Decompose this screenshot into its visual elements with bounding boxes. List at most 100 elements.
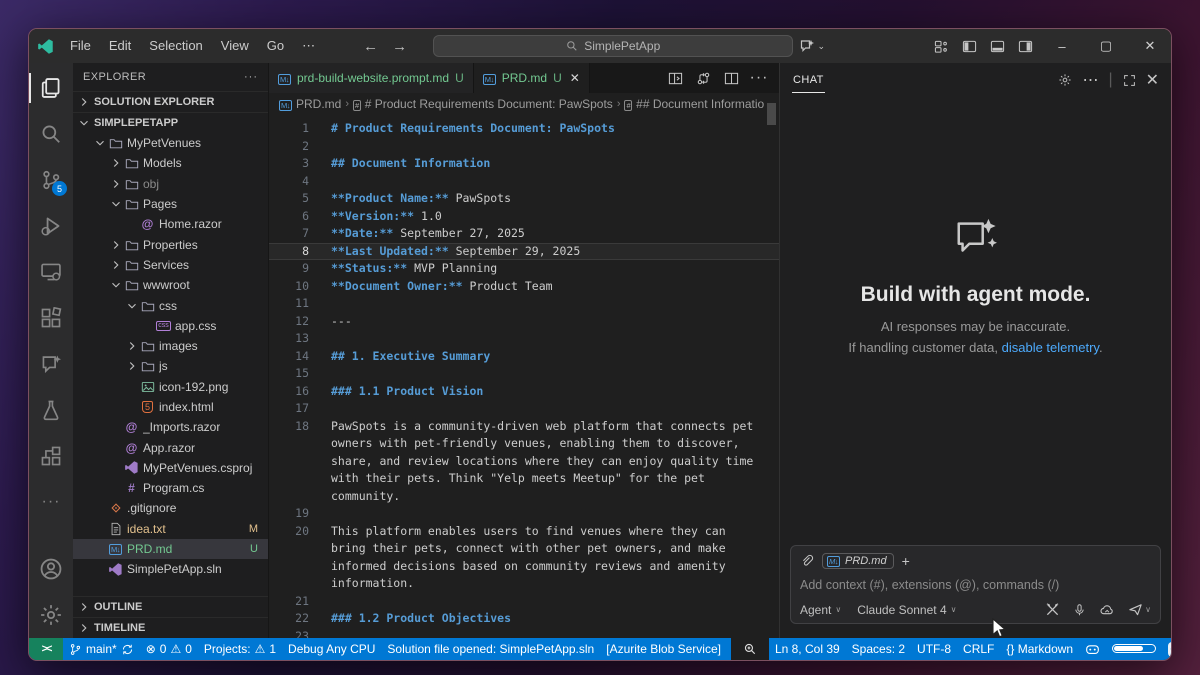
breadcrumb-item[interactable]: # ## Document Informatio [624, 97, 764, 111]
chevron-right-icon[interactable] [125, 359, 139, 373]
chevron-down-icon[interactable] [77, 116, 91, 130]
open-changes-icon[interactable] [691, 66, 715, 90]
toggle-panel-icon[interactable] [983, 33, 1011, 59]
send-icon[interactable]: ∨ [1128, 602, 1151, 617]
copilot-menu-caret[interactable]: ⌄ [817, 41, 825, 52]
nav-back-icon[interactable]: ← [363, 38, 378, 55]
menu-file[interactable]: File [62, 35, 99, 57]
code-line-16[interactable]: 16 ### 1.1 Product Vision [269, 383, 779, 401]
tree-item-app.css[interactable]: css app.css [73, 316, 268, 336]
chevron-down-icon[interactable] [125, 299, 139, 313]
activitybar-remote-explorer-icon[interactable] [29, 249, 73, 295]
open-preview-icon[interactable] [663, 66, 687, 90]
code-line-2[interactable]: 2 [269, 138, 779, 156]
toggle-secondary-sidebar-icon[interactable] [1011, 33, 1039, 59]
tree-item-mypetvenues.csproj[interactable]: MyPetVenues.csproj [73, 458, 268, 478]
tab-prd-build-website.prompt.md[interactable]: M↓ prd-build-website.prompt.md U [269, 63, 474, 93]
disable-telemetry-link[interactable]: disable telemetry [1002, 340, 1099, 355]
statusbar-azurite[interactable]: [Azurite Blob Service] [600, 638, 727, 660]
toggle-primary-sidebar-icon[interactable] [955, 33, 983, 59]
activitybar-run-debug-icon[interactable] [29, 203, 73, 249]
chevron-down-icon[interactable] [93, 136, 107, 150]
more-icon[interactable]: ··· [747, 66, 771, 90]
code-line-10[interactable]: 10 **Document Owner:** Product Team [269, 278, 779, 296]
add-context-plus-icon[interactable]: + [902, 553, 910, 569]
activitybar-copilot-edits-icon[interactable] [29, 341, 73, 387]
customize-layout-icon[interactable] [927, 33, 955, 59]
tree-item-models[interactable]: Models [73, 153, 268, 173]
statusbar-usage-meter[interactable] [1106, 638, 1162, 660]
code-line-23[interactable]: 23 [269, 628, 779, 639]
tree-item-wwwroot[interactable]: wwwroot [73, 275, 268, 295]
code-line-8[interactable]: 8 **Last Updated:** September 29, 2025 [269, 242, 779, 260]
code-line-11[interactable]: 11 [269, 295, 779, 313]
sidebar-section-timeline[interactable]: TIMELINE [73, 617, 268, 638]
chat-tab[interactable]: CHAT [792, 68, 825, 93]
code-line-19[interactable]: 19 [269, 505, 779, 523]
split-editor-icon[interactable] [719, 66, 743, 90]
tree-item-idea.txt[interactable]: idea.txt M [73, 519, 268, 539]
tree-item-properties[interactable]: Properties [73, 234, 268, 254]
attach-paperclip-icon[interactable] [800, 554, 814, 568]
maximize-button[interactable]: ▢ [1085, 29, 1127, 63]
tree-item-js[interactable]: js [73, 356, 268, 376]
statusbar-projects-warning[interactable]: Projects: ⚠ 1 [198, 638, 282, 660]
code-line-20[interactable]: 20 This platform enables users to find ve… [269, 523, 779, 593]
activitybar-extensions-icon[interactable] [29, 295, 73, 341]
command-center-search[interactable]: SimplePetApp [433, 35, 794, 57]
microphone-icon[interactable] [1073, 603, 1086, 617]
close-button[interactable]: ✕ [1129, 29, 1171, 63]
statusbar-git-branch[interactable]: main* [63, 638, 140, 660]
cloud-icon[interactable] [1099, 603, 1115, 617]
chevron-right-icon[interactable] [109, 156, 123, 170]
mode-picker[interactable]: Agent ∨ [800, 603, 841, 617]
code-line-3[interactable]: 3 ## Document Information [269, 155, 779, 173]
breadcrumb[interactable]: M↓ PRD.md › # # Product Requirements Documen… [269, 93, 779, 115]
tree-section-solution-explorer[interactable]: SOLUTION EXPLORER [73, 91, 268, 112]
statusbar-encoding[interactable]: UTF-8 [911, 638, 957, 660]
activitybar-more-icon[interactable]: ··· [29, 479, 73, 525]
code-line-14[interactable]: 14 ## 1. Executive Summary [269, 348, 779, 366]
activitybar-settings-icon[interactable] [29, 592, 73, 638]
tree-item-program.cs[interactable]: # Program.cs [73, 478, 268, 498]
tab-close-icon[interactable]: ✕ [570, 71, 580, 85]
tree-item-.gitignore[interactable]: .gitignore [73, 498, 268, 518]
code-line-17[interactable]: 17 [269, 400, 779, 418]
chat-more-icon[interactable]: ⋯ [1082, 70, 1098, 90]
chevron-down-icon[interactable] [109, 197, 123, 211]
statusbar-problems[interactable]: ⊗ 0 ⚠ 0 [140, 638, 198, 660]
activitybar-account-icon[interactable] [29, 546, 73, 592]
tree-item-css[interactable]: css [73, 295, 268, 315]
tree-item-services[interactable]: Services [73, 255, 268, 275]
tree-item-obj[interactable]: obj [73, 174, 268, 194]
tools-icon[interactable] [1045, 602, 1060, 617]
statusbar-language-mode[interactable]: {} Markdown [1000, 638, 1079, 660]
tree-item--imports.razor[interactable]: @ _Imports.razor [73, 417, 268, 437]
editor-scrollbar[interactable] [767, 103, 776, 125]
tree-item-home.razor[interactable]: @ Home.razor [73, 214, 268, 234]
chat-expand-icon[interactable] [1123, 74, 1136, 87]
menu-edit[interactable]: Edit [101, 35, 139, 57]
explorer-more-actions-icon[interactable]: ··· [244, 71, 258, 83]
code-line-12[interactable]: 12 --- [269, 313, 779, 331]
activitybar-solution-explorer-icon[interactable] [29, 433, 73, 479]
chat-input-box[interactable]: M↓ PRD.md + Add context (#), extensions … [790, 545, 1161, 624]
tree-item-mypetvenues[interactable]: MyPetVenues [73, 133, 268, 153]
chevron-right-icon[interactable] [109, 258, 123, 272]
tree-item-index.html[interactable]: 5 index.html [73, 397, 268, 417]
tree-item-app.razor[interactable]: @ App.razor [73, 437, 268, 457]
context-chip-prd[interactable]: M↓ PRD.md [822, 553, 894, 569]
breadcrumb-item[interactable]: M↓ PRD.md [279, 97, 341, 111]
tree-item-pages[interactable]: Pages [73, 194, 268, 214]
tree-item-prd.md[interactable]: M↓ PRD.md U [73, 538, 268, 560]
code-line-22[interactable]: 22 ### 1.2 Product Objectives [269, 610, 779, 628]
tree-item-simplepetapp.sln[interactable]: SimplePetApp.sln [73, 559, 268, 579]
tab-prd.md[interactable]: M↓ PRD.md U ✕ [473, 63, 590, 93]
code-line-7[interactable]: 7 **Date:** September 27, 2025 [269, 225, 779, 243]
activitybar-search-icon[interactable] [29, 111, 73, 157]
statusbar-debug-config[interactable]: Debug Any CPU [282, 638, 381, 660]
code-line-4[interactable]: 4 [269, 173, 779, 191]
remote-indicator[interactable]: >< [29, 638, 63, 660]
statusbar-zoom-indicator[interactable] [730, 638, 769, 660]
activitybar-testing-icon[interactable] [29, 387, 73, 433]
